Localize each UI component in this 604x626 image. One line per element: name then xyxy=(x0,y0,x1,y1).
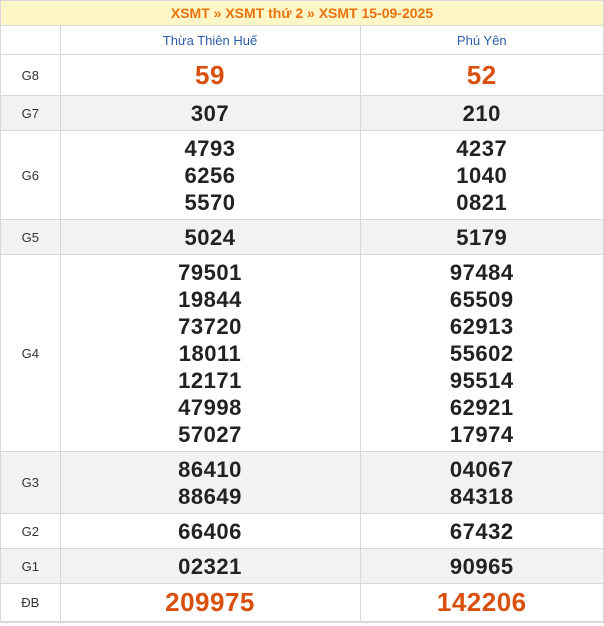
prize-number: 4237 xyxy=(456,135,508,161)
prize-number: 4793 xyxy=(184,135,236,161)
prize-number: 97484 xyxy=(449,259,514,285)
table-header-row: Thừa Thiên Huế Phú Yên xyxy=(1,26,603,55)
prize-number: 52 xyxy=(466,59,497,90)
prize-cell: 66406 xyxy=(59,513,361,549)
prize-cell: 307 xyxy=(59,95,361,131)
prize-cell: 5024 xyxy=(59,219,361,255)
prize-cell: 97484 65509 62913 55602 95514 62921 1797… xyxy=(359,254,603,452)
breadcrumb-separator: » xyxy=(303,5,319,21)
prize-number: 88649 xyxy=(178,483,242,509)
breadcrumb: XSMT » XSMT thứ 2 » XSMT 15-09-2025 xyxy=(1,1,603,26)
prize-number: 5024 xyxy=(184,224,236,250)
special-prize-cell: 209975 xyxy=(59,583,361,622)
prize-number: 0821 xyxy=(456,189,508,215)
header-prize-column xyxy=(1,26,61,55)
results-table: Thừa Thiên Huế Phú Yên G8 59 52 G7 307 2… xyxy=(1,26,603,622)
prize-cell: 52 xyxy=(359,54,603,96)
prize-label: ĐB xyxy=(1,583,61,622)
header-province[interactable]: Phú Yên xyxy=(359,26,603,55)
prize-number: 04067 xyxy=(449,456,514,482)
prize-label: G6 xyxy=(1,130,61,220)
prize-number: 66406 xyxy=(178,518,242,544)
prize-number: 59 xyxy=(195,59,225,90)
prize-cell: 67432 xyxy=(359,513,603,549)
prize-number: 73720 xyxy=(178,313,242,339)
prize-cell: 02321 xyxy=(59,548,361,584)
prize-cell: 59 xyxy=(59,54,361,96)
special-prize-cell: 142206 xyxy=(359,583,603,622)
prize-number: 17974 xyxy=(449,421,514,447)
prize-label: G8 xyxy=(1,54,61,96)
prize-number: 55602 xyxy=(449,340,514,366)
prize-number: 47998 xyxy=(178,394,242,420)
prize-number: 307 xyxy=(190,100,230,126)
prize-number: 57027 xyxy=(178,421,242,447)
header-province[interactable]: Thừa Thiên Huế xyxy=(59,26,361,55)
prize-number: 210 xyxy=(462,100,501,126)
prize-number: 02321 xyxy=(178,553,242,579)
prize-number: 19844 xyxy=(178,286,242,312)
table-row: G2 66406 67432 xyxy=(1,513,603,549)
table-row: G4 79501 19844 73720 18011 12171 47998 5… xyxy=(1,254,603,452)
table-row: ĐB 209975 142206 xyxy=(1,583,603,622)
prize-number: 90965 xyxy=(449,553,514,579)
prize-cell: 04067 84318 xyxy=(359,451,603,514)
table-row: G7 307 210 xyxy=(1,95,603,131)
prize-label: G2 xyxy=(1,513,61,549)
prize-cell: 79501 19844 73720 18011 12171 47998 5702… xyxy=(59,254,361,452)
prize-label: G7 xyxy=(1,95,61,131)
prize-label: G1 xyxy=(1,548,61,584)
breadcrumb-link-weekday[interactable]: XSMT thứ 2 xyxy=(225,5,303,21)
breadcrumb-separator: » xyxy=(209,5,226,21)
prize-number: 6256 xyxy=(184,162,236,188)
prize-number: 62921 xyxy=(449,394,514,420)
prize-number: 5570 xyxy=(184,189,236,215)
results-panel: XSMT » XSMT thứ 2 » XSMT 15-09-2025 Thừa… xyxy=(0,0,604,623)
prize-cell: 5179 xyxy=(359,219,603,255)
prize-number: 1040 xyxy=(456,162,508,188)
prize-number: 65509 xyxy=(449,286,514,312)
prize-cell: 86410 88649 xyxy=(59,451,361,514)
prize-cell: 4793 6256 5570 xyxy=(59,130,361,220)
prize-cell: 90965 xyxy=(359,548,603,584)
prize-cell: 210 xyxy=(359,95,603,131)
table-row: G8 59 52 xyxy=(1,54,603,96)
prize-label: G4 xyxy=(1,254,61,452)
special-prize-number: 142206 xyxy=(436,587,527,617)
table-row: G5 5024 5179 xyxy=(1,219,603,255)
special-prize-number: 209975 xyxy=(165,587,255,617)
prize-label: G5 xyxy=(1,219,61,255)
prize-number: 12171 xyxy=(178,367,242,393)
breadcrumb-link-xsmt[interactable]: XSMT xyxy=(171,5,210,21)
prize-number: 79501 xyxy=(178,259,242,285)
prize-number: 18011 xyxy=(178,340,242,366)
prize-number: 86410 xyxy=(178,456,242,482)
breadcrumb-link-date[interactable]: XSMT 15-09-2025 xyxy=(319,5,433,21)
prize-label: G3 xyxy=(1,451,61,514)
prize-cell: 4237 1040 0821 xyxy=(359,130,603,220)
prize-number: 67432 xyxy=(449,518,514,544)
prize-number: 62913 xyxy=(449,313,514,339)
table-row: G3 86410 88649 04067 84318 xyxy=(1,451,603,514)
prize-number: 84318 xyxy=(449,483,514,509)
prize-number: 5179 xyxy=(456,224,508,250)
table-row: G6 4793 6256 5570 4237 1040 0821 xyxy=(1,130,603,220)
prize-number: 95514 xyxy=(449,367,514,393)
table-row: G1 02321 90965 xyxy=(1,548,603,584)
